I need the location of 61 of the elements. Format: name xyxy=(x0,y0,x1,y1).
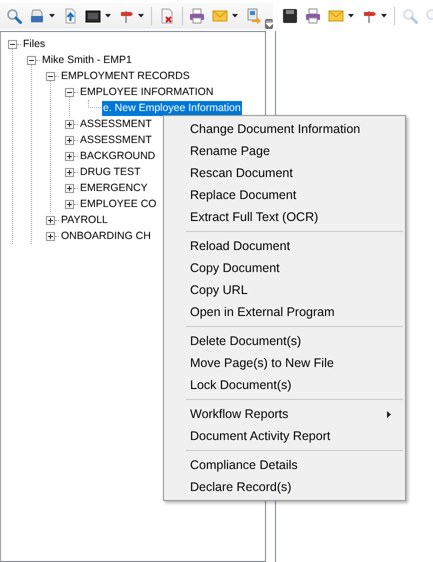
tree-item[interactable]: DRUG TEST xyxy=(79,164,142,180)
tree-item[interactable]: EMPLOYEE INFORMATION xyxy=(79,84,214,100)
scanner-icon xyxy=(29,8,45,24)
export-document-icon xyxy=(245,8,262,24)
menu-item[interactable]: Copy URL xyxy=(164,279,405,301)
menu-item[interactable]: Reload Document xyxy=(164,235,405,257)
menu-item[interactable]: Lock Document(s) xyxy=(164,374,405,396)
tree-item[interactable]: BACKGROUND xyxy=(79,148,156,164)
caret-icon xyxy=(381,14,387,18)
tree-item[interactable]: ASSESSMENT xyxy=(79,116,153,132)
tree-item[interactable]: ASSESSMENT xyxy=(79,132,153,148)
printer-icon xyxy=(189,8,206,24)
menu-item[interactable]: Declare Record(s) xyxy=(164,476,405,498)
tree-item[interactable]: EMERGENCY xyxy=(79,180,149,196)
expand-toggle[interactable] xyxy=(65,168,74,176)
menu-item[interactable]: Extract Full Text (OCR) xyxy=(164,206,405,228)
tree-item[interactable]: Files xyxy=(22,36,46,52)
menu-item[interactable]: Rename Page xyxy=(164,140,405,162)
menu-item[interactable]: Rescan Document xyxy=(164,162,405,184)
expand-toggle[interactable] xyxy=(65,120,74,128)
save-icon xyxy=(282,8,298,24)
toolbar-overflow-button[interactable] xyxy=(265,18,273,28)
menu-item[interactable]: Workflow Reports xyxy=(164,403,405,425)
tree-item[interactable]: PAYROLL xyxy=(60,212,109,228)
expand-toggle[interactable] xyxy=(65,200,74,208)
monitor-icon xyxy=(85,8,101,24)
caret-icon xyxy=(49,14,55,18)
printer-icon xyxy=(305,8,321,24)
tree-item[interactable]: e. New Employee Information xyxy=(102,100,242,116)
search-icon xyxy=(6,8,22,24)
caret-icon xyxy=(105,14,111,18)
expand-toggle[interactable] xyxy=(65,184,74,192)
chevron-down-icon xyxy=(266,20,273,26)
envelope-icon xyxy=(212,8,228,24)
expand-toggle[interactable] xyxy=(46,232,55,240)
collapse-toggle[interactable] xyxy=(27,56,36,64)
tree-item[interactable]: EMPLOYMENT RECORDS xyxy=(60,68,191,84)
menu-item[interactable]: Delete Document(s) xyxy=(164,330,405,352)
tree-item[interactable]: ONBOARDING CH xyxy=(60,228,152,244)
expand-toggle[interactable] xyxy=(46,216,55,224)
caret-icon xyxy=(348,14,354,18)
tree-item[interactable]: Mike Smith - EMP1 xyxy=(41,52,133,68)
menu-item[interactable]: Document Activity Report xyxy=(164,425,405,447)
collapse-toggle[interactable] xyxy=(46,72,55,80)
caret-icon xyxy=(138,14,144,18)
menu-item[interactable]: Compliance Details xyxy=(164,454,405,476)
expand-toggle[interactable] xyxy=(65,136,74,144)
menu-item[interactable]: Replace Document xyxy=(164,184,405,206)
tree-item[interactable]: EMPLOYEE CO xyxy=(79,196,158,212)
menu-item[interactable]: Move Page(s) to New File xyxy=(164,352,405,374)
expand-toggle[interactable] xyxy=(65,152,74,160)
caret-icon xyxy=(232,14,238,18)
menu-item[interactable]: Copy Document xyxy=(164,257,405,279)
zoom-in-icon xyxy=(402,8,418,24)
envelope-icon xyxy=(328,8,344,24)
menu-item[interactable]: Change Document Information xyxy=(164,118,405,140)
submenu-arrow-icon xyxy=(387,411,391,418)
collapse-toggle[interactable] xyxy=(65,88,74,96)
menu-item[interactable]: Open in External Program xyxy=(164,301,405,323)
collapse-toggle[interactable] xyxy=(8,40,17,48)
delete-document-icon xyxy=(158,8,175,24)
